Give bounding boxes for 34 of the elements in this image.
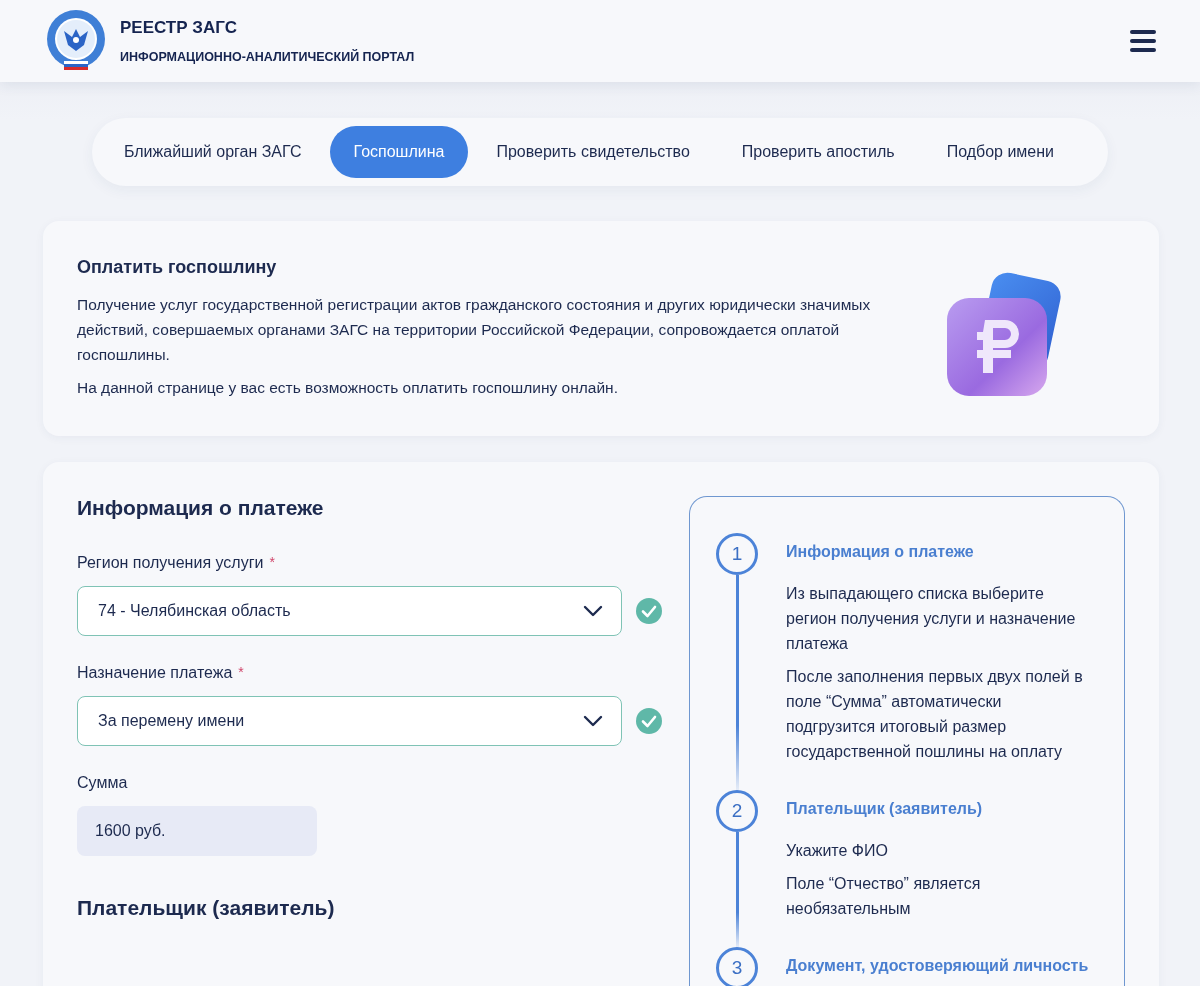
step-number: 1 bbox=[716, 533, 758, 575]
required-mark: * bbox=[238, 664, 244, 682]
tab[interactable]: Проверить свидетельство bbox=[472, 126, 714, 178]
tab[interactable]: Проверить апостиль bbox=[717, 126, 919, 178]
tab[interactable]: Подбор имени bbox=[922, 126, 1079, 178]
field-label: Регион получения услуги bbox=[77, 554, 264, 572]
amount-field: 1600 руб. bbox=[77, 806, 317, 856]
step-text: После заполнения первых двух полей в поле “Сумма” автоматически подгрузится итоговый размер государственной пошлины на оплату bbox=[786, 667, 1084, 762]
portal-subtitle: ИНФОРМАЦИОННО-АНАЛИТИЧЕСКИЙ ПОРТАЛ bbox=[120, 50, 416, 64]
step-text: Поле “Отчество” является необязательным bbox=[786, 874, 982, 919]
portal-title: РЕЕСТР ЗАГС bbox=[120, 18, 238, 38]
required-mark: * bbox=[269, 554, 275, 572]
step-text: Укажите ФИО bbox=[786, 841, 889, 861]
field-label: Назначение платежа bbox=[77, 664, 233, 682]
field-label: Сумма bbox=[77, 774, 128, 792]
section-title: Оплатить госпошлину bbox=[77, 257, 278, 278]
tab[interactable]: Госпошлина bbox=[329, 126, 469, 178]
step-number: 2 bbox=[716, 790, 758, 832]
menu-icon[interactable] bbox=[1130, 30, 1156, 52]
select-field[interactable]: 74 - Челябинская область bbox=[77, 586, 622, 636]
emblem-icon bbox=[44, 9, 108, 73]
chevron-icon bbox=[583, 605, 603, 617]
step-title: Информация о платеже bbox=[786, 543, 975, 561]
section-title: Плательщик (заявитель) bbox=[77, 896, 336, 920]
step-title: Плательщик (заявитель) bbox=[786, 800, 984, 818]
section-title: Информация о платеже bbox=[77, 496, 325, 520]
tab[interactable]: Ближайший орган ЗАГС bbox=[99, 126, 326, 178]
step-text: Из выпадающего списка выберите регион получения услуги и назначение платежа bbox=[786, 584, 1077, 654]
step-title: Документ, удостоверяющий личность bbox=[786, 957, 1089, 975]
chevron-icon bbox=[583, 715, 603, 727]
select-field[interactable]: За перемену имени bbox=[77, 696, 622, 746]
intro-paragraph: Получение услуг государственной регистрации актов гражданского состояния и других юридически значимых действий, совершаемых органами ЗАГС на территории Российской Федерации, сопровождается оплатой госпошлины. bbox=[77, 295, 872, 365]
intro-paragraph: На данной странице у вас есть возможность оплатить госпошлину онлайн. bbox=[77, 378, 619, 398]
step-number: 3 bbox=[716, 947, 758, 986]
